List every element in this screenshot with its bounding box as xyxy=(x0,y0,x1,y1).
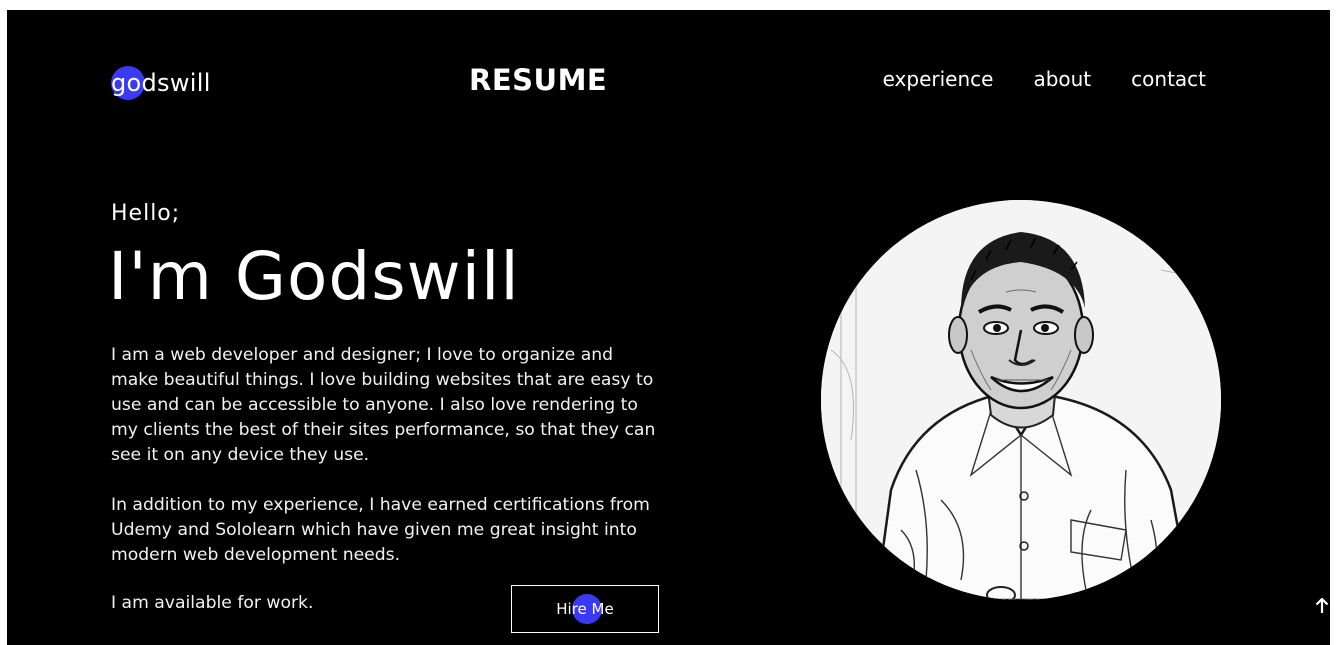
profile-photo xyxy=(821,200,1221,600)
nav-link-experience[interactable]: experience xyxy=(883,67,994,91)
hero-headline: I'm Godswill xyxy=(108,238,520,315)
portrait-sketch xyxy=(821,200,1221,600)
logo-text: godswill xyxy=(111,69,211,97)
bio-paragraph: In addition to my experience, I have ear… xyxy=(111,495,650,565)
scroll-to-top-button[interactable] xyxy=(1296,586,1330,626)
hire-me-label: Hire Me xyxy=(556,600,614,618)
site-logo[interactable]: godswill xyxy=(111,65,211,101)
hire-me-button[interactable]: Hire Me xyxy=(511,585,659,633)
nav-link-contact[interactable]: contact xyxy=(1131,67,1206,91)
bio-paragraph: I am a web developer and designer; I lov… xyxy=(111,345,656,465)
page-frame: godswill RESUME experience about contact… xyxy=(7,10,1330,645)
availability-text: I am available for work. xyxy=(111,593,314,613)
arrow-up-icon xyxy=(1315,598,1328,613)
main-nav: experience about contact xyxy=(883,67,1206,91)
nav-link-about[interactable]: about xyxy=(1033,67,1091,91)
brand-title[interactable]: RESUME xyxy=(469,63,607,97)
hero-greeting: Hello; xyxy=(111,201,181,226)
hero-bio: I am a web developer and designer; I lov… xyxy=(111,343,661,593)
